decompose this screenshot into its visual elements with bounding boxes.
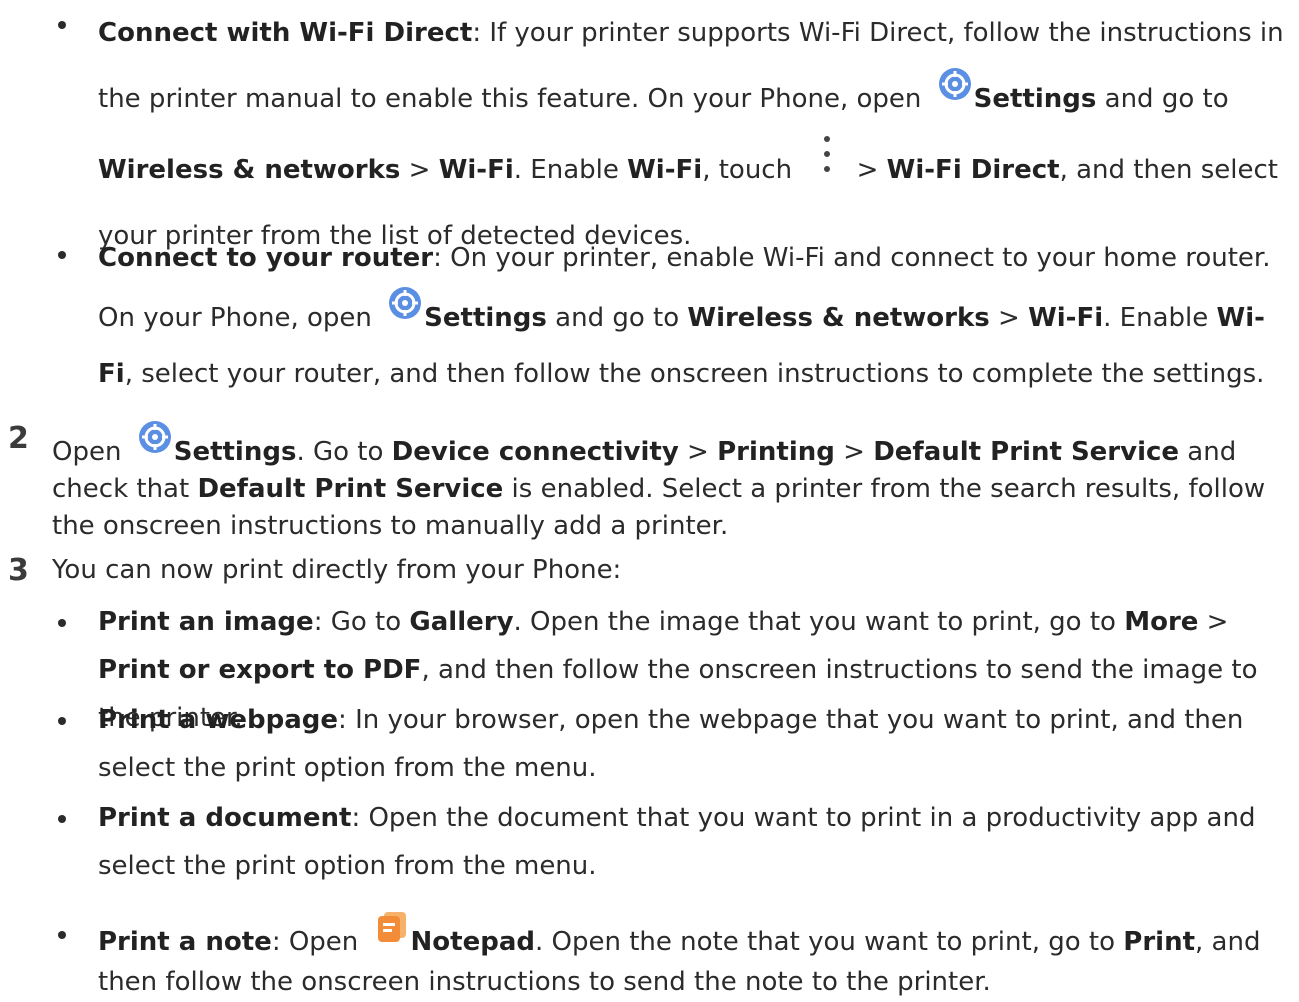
- step-2: 2 Open Settings. Go to Device connectivit…: [8, 420, 1266, 541]
- bullet-title: Print a webpage: [98, 705, 339, 735]
- more-vertical-icon: [812, 132, 842, 176]
- bullet-title: Print a note: [98, 927, 272, 957]
- list-item-print-webpage: Print a webpage: In your browser, open t…: [58, 696, 1293, 792]
- list-item-wifi-direct: Connect with Wi-Fi Direct: If your print…: [58, 0, 1293, 269]
- bullet-title: Print a document: [98, 803, 352, 833]
- step-3: 3 You can now print directly from your Ph…: [8, 553, 622, 588]
- document-page: Connect with Wi-Fi Direct: If your print…: [0, 0, 1299, 997]
- bullet-title: Connect with Wi-Fi Direct: [98, 18, 473, 48]
- step-number: 3: [8, 553, 29, 588]
- list-item-print-note: Print a note: Open Notepad. Open the not…: [58, 910, 1293, 1002]
- settings-icon: [138, 420, 172, 454]
- list-item-print-document: Print a document: Open the document that…: [58, 794, 1293, 890]
- step-number: 2: [8, 421, 29, 456]
- settings-icon: [388, 286, 422, 320]
- bullet-title: Connect to your router: [98, 243, 434, 273]
- notepad-icon: [375, 910, 409, 944]
- bullet-title: Print an image: [98, 607, 314, 637]
- list-item-router: Connect to your router: On your printer,…: [58, 230, 1293, 402]
- settings-icon: [938, 67, 972, 101]
